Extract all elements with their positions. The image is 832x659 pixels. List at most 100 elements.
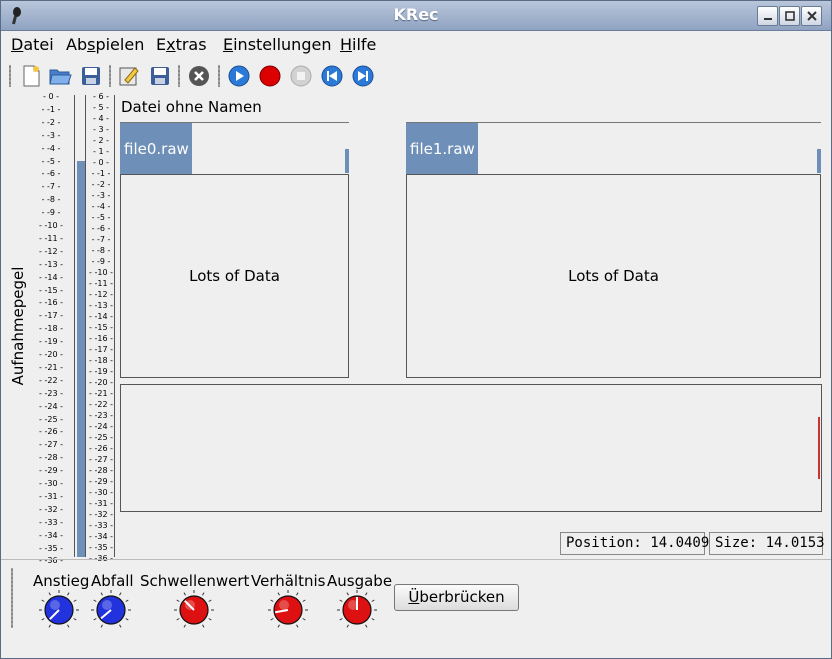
play-icon[interactable] (227, 64, 251, 88)
meter-tick: - -4 - (91, 202, 111, 211)
ausgabe-knob[interactable] (336, 588, 378, 630)
meter-tick: - -20 - (89, 378, 113, 387)
compressor-panel: Anstieg Abfall Schwellenwert Verhältnis … (1, 559, 831, 658)
verhaeltnis-knob[interactable] (267, 588, 309, 630)
minimize-button[interactable] (757, 6, 778, 26)
file-tab-0[interactable]: file0.raw (120, 123, 192, 175)
meter-tick: - -8 - (41, 195, 61, 205)
close-window-button[interactable] (801, 6, 822, 26)
meter-tick: - -5 - (91, 213, 111, 222)
menu-datei[interactable]: Datei (11, 35, 54, 54)
meter-tick: - -3 - (91, 191, 111, 200)
rewind-icon[interactable] (320, 64, 344, 88)
meter-tick: - -2 - (91, 180, 111, 189)
meter-tick: - -28 - (39, 453, 63, 463)
meter-tick: - 0 - (93, 158, 109, 167)
meter-tick: - -26 - (39, 427, 63, 437)
file-position-marker-1[interactable] (817, 149, 821, 173)
overview-timeline[interactable] (120, 384, 822, 512)
meter-tick: - -1 - (41, 104, 61, 114)
meter-scale-right: - 6 - - 5 - - 4 - - 3 - - 2 - - 1 - - 0 - - -1 … (85, 92, 115, 563)
meter-tick: - -5 - (41, 156, 61, 166)
close-icon[interactable] (187, 64, 211, 88)
toolbar-separator-2 (178, 65, 180, 87)
stop-icon[interactable] (289, 64, 313, 88)
abfall-knob[interactable] (90, 588, 132, 630)
toolbar-grip[interactable] (9, 65, 11, 87)
file-tab-1[interactable]: file1.raw (406, 123, 478, 175)
schwellenwert-knob[interactable] (173, 588, 215, 630)
new-file-icon[interactable] (19, 64, 43, 88)
meter-tick: - -16 - (89, 334, 113, 343)
meter-tick: - -17 - (89, 345, 113, 354)
meter-tick: - -26 - (89, 444, 113, 453)
document-title: Datei ohne Namen (121, 98, 262, 116)
meter-tick: - -7 - (91, 235, 111, 244)
toolbar-separator-3 (218, 65, 220, 87)
forward-icon[interactable] (351, 64, 375, 88)
file-panel-0[interactable]: file0.raw Lots of Data (120, 122, 349, 378)
meter-tick: - -2 - (41, 117, 61, 127)
minimize-icon (764, 18, 772, 20)
meter-tick: - -20 - (39, 350, 63, 359)
menu-extras[interactable]: Extras (156, 35, 207, 54)
meter-tick: - 6 - (93, 92, 109, 101)
meter-tick: - -19 - (89, 367, 113, 376)
edit-icon[interactable] (117, 64, 141, 88)
save-icon[interactable] (79, 64, 103, 88)
meter-scale-left: - 0 - - -1 - - -2 - - -3 - - -4 - - -5 - - -6 … (27, 93, 75, 565)
open-folder-icon[interactable] (48, 64, 72, 88)
meter-tick: - -19 - (39, 337, 63, 347)
menu-einstellungen[interactable]: Einstellungen (223, 35, 331, 54)
meter-label-text: Aufnahmepegel (9, 266, 27, 386)
meter-tick: - -32 - (89, 510, 113, 519)
meter-tick: - -34 - (89, 532, 113, 541)
meter-tick: - -23 - (89, 411, 113, 420)
meter-tick: - -15 - (39, 285, 63, 295)
meter-tick: - -29 - (39, 466, 63, 476)
meter-tick: - -6 - (41, 169, 61, 179)
meter-tick: - -12 - (39, 246, 63, 256)
meter-tick: - -10 - (39, 221, 63, 230)
anstieg-knob[interactable] (38, 588, 80, 630)
meter-tick: - -12 - (89, 290, 113, 299)
window-title: KRec (393, 5, 439, 24)
record-icon[interactable] (258, 64, 282, 88)
meter-tick: - -13 - (39, 259, 63, 269)
meter-tick: - -27 - (89, 455, 113, 464)
meter-tick: - -23 - (39, 388, 63, 398)
meter-tick: - -25 - (39, 414, 63, 424)
toolbar-separator (109, 65, 111, 87)
meter-tick: - -9 - (91, 257, 111, 266)
meter-tick: - -1 - (91, 169, 111, 178)
meter-tick: - -25 - (89, 433, 113, 442)
maximize-button[interactable] (779, 6, 800, 26)
menu-abspielen[interactable]: Abspielen (66, 35, 144, 54)
meter-tick: - -24 - (89, 422, 113, 431)
meter-tick: - -4 - (41, 143, 61, 153)
compressor-grip[interactable] (11, 568, 13, 628)
bypass-button[interactable]: Überbrücken (394, 584, 519, 611)
overview-position-marker[interactable] (818, 417, 820, 479)
toolbar (1, 61, 831, 91)
meter-tick: - -17 - (39, 311, 63, 321)
meter-tick: - 1 - (93, 147, 109, 156)
meter-tick: - -30 - (89, 488, 113, 497)
meter-tick: - -34 - (39, 530, 63, 540)
meter-tick: - -22 - (89, 400, 113, 409)
meter-tick: - 3 - (93, 125, 109, 134)
meter-tick: - -10 - (89, 268, 113, 277)
file-header-1: file1.raw (406, 122, 821, 175)
save-as-icon[interactable] (148, 64, 172, 88)
title-bar[interactable]: KRec (1, 1, 831, 31)
meter-tick: - -15 - (89, 323, 113, 332)
file-position-marker-0[interactable] (345, 149, 349, 173)
file-panel-1[interactable]: file1.raw Lots of Data (406, 122, 821, 378)
meter-tick: - -22 - (39, 375, 63, 385)
meter-tick: - -13 - (89, 301, 113, 310)
meter-tick: - -24 - (39, 401, 63, 411)
meter-tick: - -11 - (89, 279, 113, 288)
file-content-0: Lots of Data (120, 174, 349, 378)
meter-tick: - -35 - (39, 543, 63, 553)
menu-hilfe[interactable]: Hilfe (340, 35, 376, 54)
